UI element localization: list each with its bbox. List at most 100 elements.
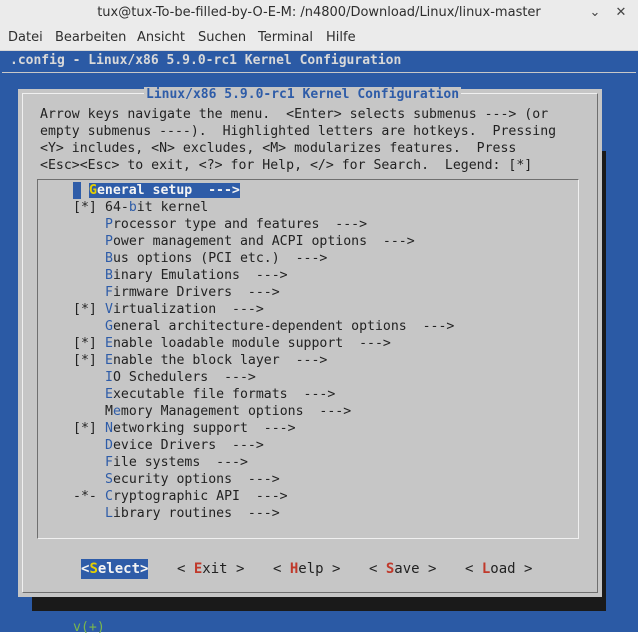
menu-bearbeiten[interactable]: Bearbeiten — [55, 30, 126, 45]
menu-terminal[interactable]: Terminal — [258, 30, 313, 45]
item-label: Executable file formats ---> — [105, 387, 335, 402]
item-label: Enable loadable module support ---> — [105, 336, 391, 351]
menu-datei[interactable]: Datei — [8, 30, 43, 45]
item-label: Firmware Drivers ---> — [105, 285, 280, 300]
item-label: Binary Emulations ---> — [105, 268, 288, 283]
menu-item[interactable]: File systems ---> — [73, 454, 248, 471]
select-button[interactable]: <Select> — [81, 559, 149, 579]
load-button[interactable]: < Load > — [465, 559, 532, 579]
menu-item[interactable]: Firmware Drivers ---> — [73, 284, 280, 301]
item-hotkey: E — [105, 336, 113, 351]
menu-item[interactable]: Binary Emulations ---> — [73, 267, 288, 284]
menu-hilfe[interactable]: Hilfe — [326, 30, 356, 45]
menu-item[interactable]: [*] Enable the block layer ---> — [73, 352, 327, 369]
item-text: ower management and ACPI options ---> — [112, 234, 415, 249]
menu-item[interactable]: General architecture-dependent options -… — [73, 318, 454, 335]
item-text: M — [105, 404, 113, 419]
item-hotkey: F — [105, 455, 113, 470]
item-label: Cryptographic API ---> — [105, 489, 288, 504]
item-label: Security options ---> — [105, 472, 280, 487]
menu-item[interactable]: [*] Virtualization ---> — [73, 301, 264, 318]
item-label: Bus options (PCI etc.) ---> — [105, 251, 327, 266]
item-hotkey: F — [105, 285, 113, 300]
menu-item[interactable]: Device Drivers ---> — [73, 437, 264, 454]
item-text: mory Management options ---> — [120, 404, 352, 419]
headline-divider — [2, 72, 636, 73]
item-hotkey: E — [105, 387, 113, 402]
item-label: General setup ---> — [89, 183, 240, 198]
item-state: [*] — [73, 336, 97, 351]
item-hotkey: G — [89, 183, 97, 198]
menu-item[interactable]: Bus options (PCI etc.) ---> — [73, 250, 327, 267]
menu-item[interactable]: Processor type and features ---> — [73, 216, 367, 233]
button-text: < — [465, 561, 482, 577]
dialog-title: Linux/x86 5.9.0-rc1 Kernel Configuration — [144, 87, 462, 102]
selection-cursor — [73, 182, 81, 199]
item-hotkey: e — [112, 404, 121, 419]
menu-item[interactable]: [*] 64-bit kernel — [73, 199, 208, 216]
item-text: ecurity options ---> — [112, 472, 280, 487]
more-indicator: v(+) — [73, 620, 105, 635]
item-label: Device Drivers ---> — [105, 438, 264, 453]
item-label: General architecture-dependent options -… — [105, 319, 454, 334]
menu-item[interactable]: General setup ---> — [73, 182, 240, 199]
button-row: <Select> < Exit > < Help > < Save > < Lo… — [18, 559, 602, 581]
minimize-icon[interactable]: ⌄ — [586, 4, 604, 22]
menu-item[interactable]: Executable file formats ---> — [73, 386, 335, 403]
button-hotkey: S — [89, 561, 98, 577]
item-label: Virtualization ---> — [105, 302, 264, 317]
item-text: ryptographic API ---> — [112, 489, 288, 504]
menu-ansicht[interactable]: Ansicht — [137, 30, 185, 45]
menu-item[interactable]: Memory Management options ---> — [73, 403, 351, 420]
close-icon[interactable]: ✕ — [612, 4, 630, 22]
item-text: O Schedulers ---> — [112, 370, 256, 385]
item-label: IO Schedulers ---> — [105, 370, 256, 385]
item-hotkey: G — [105, 319, 113, 334]
item-hotkey: I — [105, 370, 113, 385]
item-hotkey: S — [105, 472, 113, 487]
menu-item[interactable]: -*- Cryptographic API ---> — [73, 488, 288, 505]
button-text: < — [273, 561, 290, 577]
item-state: -*- — [73, 489, 97, 504]
item-text: eneral architecture-dependent options --… — [112, 319, 455, 334]
item-text: evice Drivers ---> — [112, 438, 264, 453]
item-hotkey: E — [105, 353, 113, 368]
button-text: elect> — [97, 561, 149, 577]
menu-list: General setup ---> [*] 64-bit kernel Proces… — [37, 179, 579, 635]
save-button[interactable]: < Save > — [369, 559, 436, 579]
button-text: elp > — [298, 561, 341, 577]
button-text: < — [369, 561, 386, 577]
menu-suchen[interactable]: Suchen — [198, 30, 246, 45]
item-label: Processor type and features ---> — [105, 217, 367, 232]
item-state: [*] — [73, 200, 97, 215]
menu-item[interactable]: IO Schedulers ---> — [73, 369, 256, 386]
menu-item[interactable]: [*] Networking support ---> — [73, 420, 296, 437]
item-label: Library routines ---> — [105, 506, 280, 521]
item-state: [*] — [73, 421, 97, 436]
terminal-area[interactable]: .config - Linux/x86 5.9.0-rc1 Kernel Con… — [0, 51, 638, 635]
item-text: irtualization ---> — [112, 302, 264, 317]
button-text: ave > — [394, 561, 437, 577]
button-text: xit > — [202, 561, 245, 577]
menu-bar: Datei Bearbeiten Ansicht Suchen Terminal… — [0, 26, 638, 51]
item-text: 64- — [105, 200, 129, 215]
menu-item[interactable]: [*] Enable loadable module support ---> — [73, 335, 391, 352]
item-hotkey: D — [105, 438, 113, 453]
item-hotkey: B — [105, 251, 113, 266]
item-hotkey: P — [105, 217, 113, 232]
item-text: eneral setup ---> — [96, 183, 240, 198]
item-label: Enable the block layer ---> — [105, 353, 327, 368]
menu-item[interactable]: Power management and ACPI options ---> — [73, 233, 415, 250]
item-hotkey: b — [128, 200, 137, 215]
item-text: etworking support ---> — [112, 421, 296, 436]
item-label: Power management and ACPI options ---> — [105, 234, 415, 249]
exit-button[interactable]: < Exit > — [177, 559, 244, 579]
item-hotkey: L — [105, 506, 113, 521]
menu-item[interactable]: Library routines ---> — [73, 505, 280, 522]
item-text: rocessor type and features ---> — [112, 217, 368, 232]
menu-item[interactable]: Security options ---> — [73, 471, 280, 488]
item-text: inary Emulations ---> — [112, 268, 288, 283]
help-button[interactable]: < Help > — [273, 559, 340, 579]
item-text: it kernel — [136, 200, 209, 215]
item-text: nable loadable module support ---> — [112, 336, 391, 351]
